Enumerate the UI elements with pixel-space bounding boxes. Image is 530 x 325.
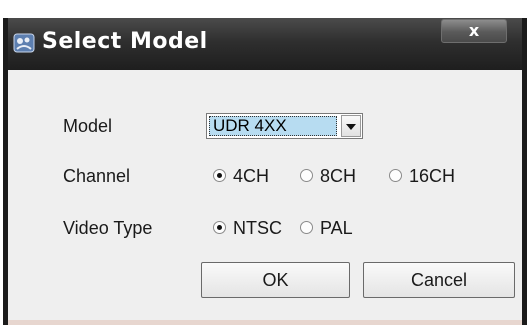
- channel-label: Channel: [63, 166, 131, 186]
- model-label: Model: [63, 116, 113, 136]
- radio-selected-icon: [213, 169, 226, 182]
- radio-unselected-icon: [300, 169, 313, 182]
- video-type-option-label: NTSC: [233, 218, 282, 238]
- radio-selected-icon: [213, 221, 226, 234]
- model-select-value: UDR 4XX: [209, 116, 337, 136]
- video-type-label: Video Type: [63, 218, 153, 238]
- channel-radio-8ch[interactable]: 8CH: [300, 166, 372, 188]
- channel-radio-16ch[interactable]: 16CH: [389, 166, 473, 188]
- channel-option-label: 16CH: [409, 166, 456, 186]
- close-icon: x: [468, 21, 480, 40]
- model-select[interactable]: UDR 4XX: [206, 113, 363, 139]
- select-model-dialog: Select Model x Model UDR 4XX Channel 4CH…: [3, 18, 527, 325]
- radio-unselected-icon: [389, 169, 402, 182]
- channel-option-label: 4CH: [233, 166, 270, 186]
- title-bar[interactable]: Select Model x: [8, 18, 522, 70]
- ok-button[interactable]: OK: [201, 262, 350, 298]
- window-bottom-edge: [8, 320, 522, 325]
- video-type-option-label: PAL: [320, 218, 353, 238]
- app-icon: [13, 33, 35, 53]
- radio-unselected-icon: [300, 221, 313, 234]
- chevron-down-icon[interactable]: [341, 115, 361, 137]
- channel-option-label: 8CH: [320, 166, 357, 186]
- dialog-body: Model UDR 4XX Channel 4CH 8CH 16CH Video…: [8, 70, 522, 320]
- dialog-title: Select Model: [42, 29, 208, 54]
- close-button[interactable]: x: [441, 19, 507, 43]
- video-type-radio-ntsc[interactable]: NTSC: [213, 218, 293, 240]
- video-type-radio-pal[interactable]: PAL: [300, 218, 360, 240]
- cancel-button[interactable]: Cancel: [363, 262, 515, 298]
- channel-radio-4ch[interactable]: 4CH: [213, 166, 283, 188]
